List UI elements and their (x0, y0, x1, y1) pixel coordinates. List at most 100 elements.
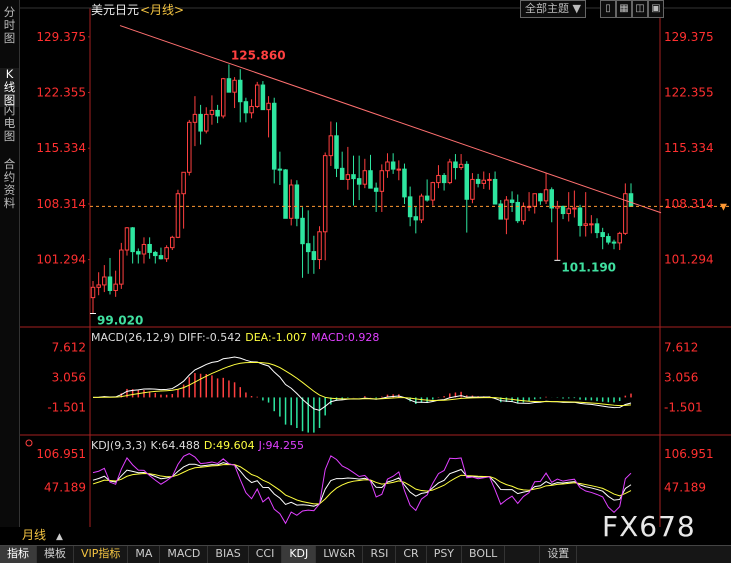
indicator-tab-9[interactable]: RSI (363, 546, 397, 563)
macd-tick-left-1: 3.056 (52, 370, 86, 384)
indicator-tab-5[interactable]: BIAS (208, 546, 249, 563)
candle-body (102, 276, 107, 286)
candle-body (572, 207, 577, 210)
candle-body (136, 251, 141, 255)
candle-body (430, 182, 436, 201)
indicator-tab-3[interactable]: MA (128, 546, 161, 563)
candle-body (492, 178, 498, 205)
candle-body (362, 170, 368, 185)
candle-body (124, 227, 130, 251)
candle-body (266, 102, 271, 111)
indicator-tab-12[interactable]: BOLL (462, 546, 506, 563)
indicator-tab-7[interactable]: KDJ (282, 546, 317, 563)
indicator-tab-1[interactable]: 模板 (37, 546, 74, 563)
chart-area[interactable]: ▼ 129.375 129.375 122.355 122.355 115.334 115… (20, 0, 731, 527)
candle-body (215, 109, 220, 117)
price-tick-left-2: 115.334 (36, 141, 86, 155)
candle-body (436, 174, 441, 184)
candle-body (611, 241, 617, 244)
low-label-2016: 99.020 (97, 313, 143, 327)
watermark: FX678 (602, 510, 696, 543)
macd-tick-right-1: 3.056 (664, 370, 698, 384)
candle-body (254, 84, 260, 107)
macd-tick-right-0: 7.612 (664, 340, 698, 354)
candle-body (481, 179, 487, 184)
macd-tick-left-2: -1.501 (47, 400, 86, 414)
candle-body (424, 195, 430, 201)
price-tick-right-0: 129.375 (664, 30, 714, 44)
period-label: 月线 (22, 528, 47, 542)
indicator-tab-11[interactable]: PSY (427, 546, 463, 563)
high-label: 125.860 (231, 48, 286, 62)
candle-body (204, 113, 209, 132)
candle-body (119, 249, 124, 285)
candle-body (141, 243, 147, 255)
indicator-tab-6[interactable]: CCI (249, 546, 283, 563)
indicator-tab-10[interactable]: CR (396, 546, 427, 563)
candle-body (164, 247, 169, 260)
candle-body (413, 216, 419, 221)
grid-layout-icon[interactable]: ▦ (616, 0, 632, 18)
candle-body (509, 199, 515, 203)
macd-legend-2: DEA:-1.007 (245, 331, 307, 344)
candle-body (458, 163, 464, 169)
side-tab-3[interactable]: 合约资料 (0, 158, 19, 210)
price-tick-left-3: 108.314 (36, 197, 86, 211)
theme-selector[interactable]: 全部主题 ▼ (520, 0, 586, 18)
triangle-up-icon: ▲ (56, 532, 63, 542)
macd-tick-left-0: 7.612 (52, 340, 86, 354)
candle-body (543, 189, 549, 202)
indicator-tab-0[interactable]: 指标 (0, 546, 37, 563)
side-tab-2[interactable]: 闪电图 (0, 104, 19, 143)
candle-body (390, 161, 396, 170)
indicator-tab-8[interactable]: LW&R (316, 546, 364, 563)
price-tick-left-1: 122.355 (36, 86, 86, 100)
candle-body (515, 201, 520, 222)
candle-body (487, 178, 492, 181)
candle-body (113, 283, 118, 291)
price-tick-right-3: 108.314 (664, 197, 714, 211)
macd-legend-0: MACD(26,12,9) (91, 331, 175, 344)
kdj-k-line (92, 462, 632, 507)
price-tick-right-4: 101.294 (664, 253, 714, 267)
panel-settings-icon (25, 439, 33, 447)
candle-body (158, 255, 164, 260)
candle-body (317, 231, 322, 261)
price-tick-left-4: 101.294 (36, 253, 86, 267)
indicator-tab-13[interactable] (505, 546, 541, 563)
candle-body (283, 169, 288, 219)
candle-body (345, 174, 351, 180)
period-selector[interactable]: 月线 ▲ (22, 527, 92, 544)
side-tab-0[interactable]: 分时图 (0, 6, 19, 45)
side-tab-bar: 分时图 K线图 闪电图合约资料 (0, 0, 20, 527)
candle-body (589, 223, 594, 226)
candle-body (396, 168, 402, 171)
candle-body (532, 193, 537, 207)
kdj-legend-3: J:94.255 (258, 439, 304, 452)
minimize-icon[interactable]: ◫ (632, 0, 648, 18)
candle-body (311, 251, 317, 261)
side-tab-1[interactable]: K线图 (0, 68, 19, 107)
candle-body (549, 189, 554, 209)
chevron-down-icon: ▼ (572, 2, 581, 15)
candle-body (288, 184, 294, 219)
candle-body (187, 121, 192, 173)
candle-body (521, 205, 526, 222)
candle-body (356, 178, 362, 185)
indicator-tab-14[interactable]: 设置 (540, 546, 578, 563)
panel-layout-icon[interactable]: ▯ (600, 0, 616, 18)
candle-body (175, 193, 181, 238)
restore-icon[interactable]: ▣ (648, 0, 664, 18)
indicator-tab-4[interactable]: MACD (160, 546, 209, 563)
kdj-j-line (92, 453, 632, 525)
candle-body (192, 113, 198, 123)
candle-body (96, 284, 101, 288)
candle-body (594, 223, 600, 234)
candle-body (170, 236, 175, 249)
indicator-tab-2[interactable]: VIP指标 (74, 546, 129, 563)
candle-body (583, 223, 588, 226)
candle-body (209, 109, 215, 115)
kdj-tick-right-1: 47.189 (664, 480, 706, 494)
candle-body (373, 187, 379, 192)
candle-body (560, 205, 566, 215)
